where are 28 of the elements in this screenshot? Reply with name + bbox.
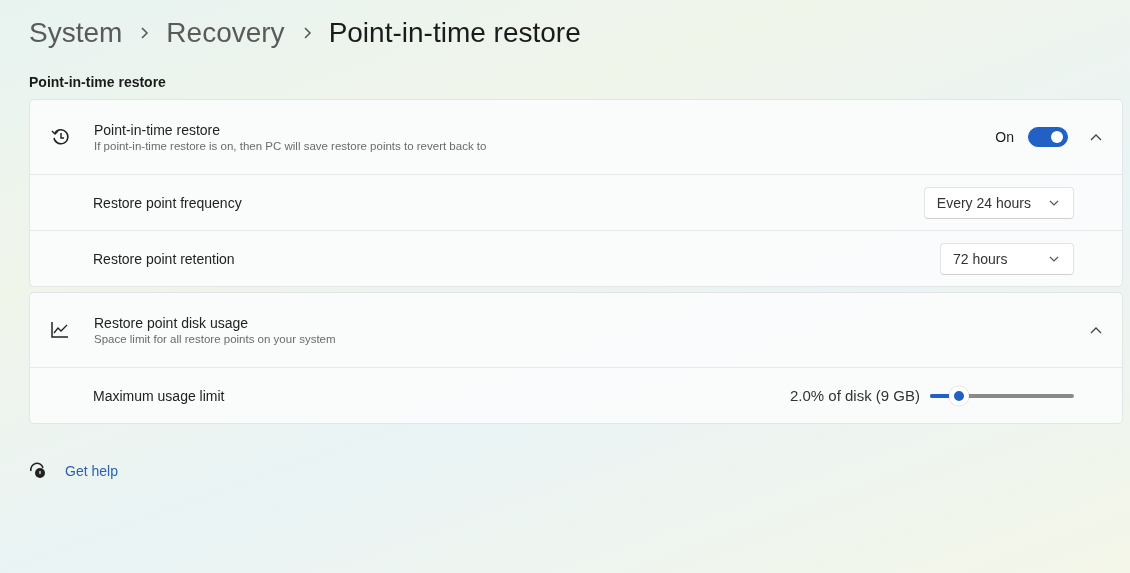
slider-value: 2.0% of disk (9 GB) xyxy=(789,387,920,404)
chevron-down-icon xyxy=(1049,199,1059,206)
chevron-right-icon xyxy=(301,26,312,40)
help-link[interactable]: Get help xyxy=(65,463,118,479)
breadcrumb-item[interactable]: Recovery xyxy=(166,17,285,49)
setting-label: Maximum usage limit xyxy=(93,387,225,404)
line-chart-icon xyxy=(50,320,70,340)
setting-label: Restore point frequency xyxy=(93,194,242,211)
dropdown[interactable]: 72 hours xyxy=(940,242,1074,275)
toggle-switch[interactable] xyxy=(1028,127,1068,147)
chevron-up-icon[interactable] xyxy=(1090,326,1102,334)
chevron-right-icon xyxy=(139,26,150,40)
breadcrumb-item: Point-in-time restore xyxy=(328,17,581,49)
slider-thumb[interactable] xyxy=(948,385,969,406)
dropdown[interactable]: Every 24 hours xyxy=(923,186,1074,219)
setting-title: Restore point disk usage xyxy=(94,315,250,331)
setting-label: Restore point retention xyxy=(93,250,235,267)
history-icon xyxy=(50,127,70,147)
toggle-state-label: On xyxy=(995,129,1014,145)
chevron-up-icon[interactable] xyxy=(1090,133,1102,141)
chevron-down-icon xyxy=(1049,255,1059,262)
setting-description: If point-in-time restore is on, then PC will save restore points to revert back to xyxy=(94,140,488,152)
setting-description: Space limit for all restore points on your system xyxy=(94,333,337,345)
section-title: Point-in-time restore xyxy=(29,74,167,90)
setting-title: Point-in-time restore xyxy=(94,122,222,138)
breadcrumb-item[interactable]: System xyxy=(29,17,123,49)
help-chat-icon xyxy=(29,462,47,480)
slider[interactable] xyxy=(930,385,1074,406)
